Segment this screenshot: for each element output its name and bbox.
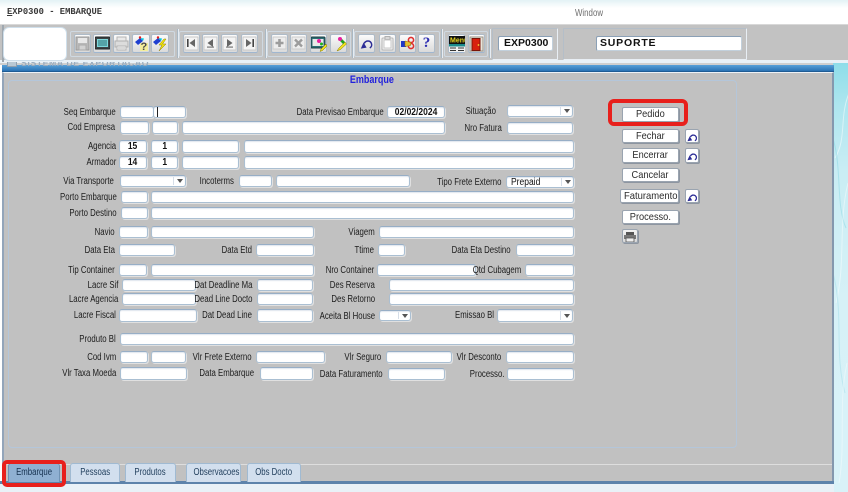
svg-text:Menu: Menu <box>450 38 465 45</box>
svg-text:?: ? <box>141 41 148 52</box>
